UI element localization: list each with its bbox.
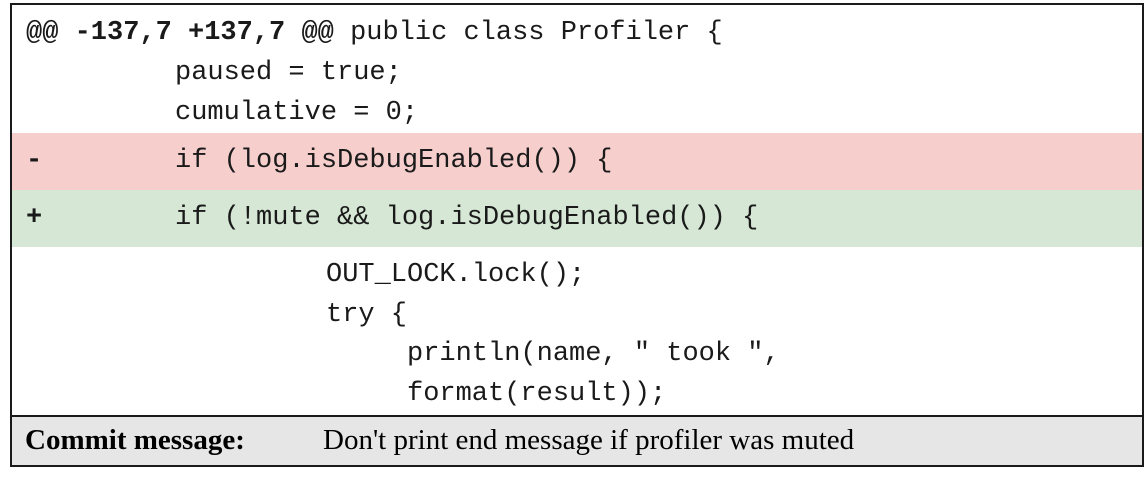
hunk-marker-close: @@	[301, 18, 334, 48]
diff-line-context: format(result));	[12, 374, 1142, 414]
commit-message-text: Don't print end message if profiler was …	[323, 424, 855, 456]
diff-line-context: paused = true;	[12, 53, 1142, 93]
hunk-marker-open: @@	[26, 18, 59, 48]
commit-message-label: Commit message:	[25, 424, 245, 456]
code-text: format(result));	[407, 379, 667, 409]
hunk-context: public class Profiler {	[350, 18, 723, 48]
code-text: if (log.isDebugEnabled()) {	[175, 146, 613, 176]
diff-line-context: cumulative = 0;	[12, 93, 1142, 133]
code-text: cumulative = 0;	[175, 98, 419, 128]
diff-line-context: println(name, " took ",	[12, 334, 1142, 374]
diff-line-added: + if (!mute && log.isDebugEnabled()) {	[12, 190, 1142, 247]
commit-message-bar: Commit message: Don't print end message …	[12, 415, 1142, 465]
code-text: OUT_LOCK.lock();	[326, 260, 586, 290]
removed-marker: -	[26, 146, 43, 176]
diff-line-context: try {	[12, 295, 1142, 335]
code-text: println(name, " took ",	[407, 339, 780, 369]
hunk-header: @@ -137,7 +137,7 @@ public class Profile…	[12, 13, 1142, 53]
diff-line-context: OUT_LOCK.lock();	[12, 255, 1142, 295]
added-marker: +	[26, 203, 43, 233]
code-text: paused = true;	[175, 58, 402, 88]
code-text: if (!mute && log.isDebugEnabled()) {	[175, 203, 759, 233]
code-text: try {	[326, 300, 408, 330]
diff-line-removed: - if (log.isDebugEnabled()) {	[12, 133, 1142, 190]
hunk-range: -137,7 +137,7	[74, 18, 286, 48]
diff-frame: @@ -137,7 +137,7 @@ public class Profile…	[10, 3, 1144, 467]
